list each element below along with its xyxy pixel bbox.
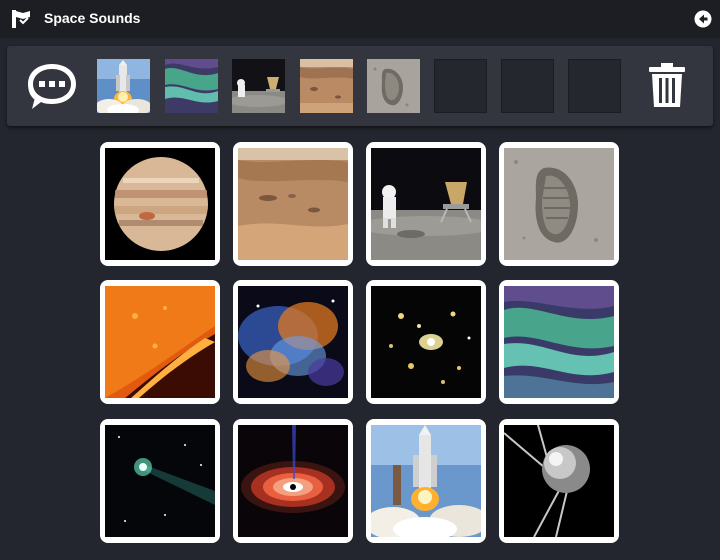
tile-comet[interactable] — [100, 419, 220, 543]
strip-slot-shuttle[interactable] — [97, 59, 150, 113]
tile-astronaut-on-moon[interactable] — [366, 142, 486, 266]
tile-nebula[interactable] — [233, 280, 353, 404]
app-title: Space Sounds — [44, 10, 141, 26]
tile-black-hole[interactable] — [233, 419, 353, 543]
tile-sputnik[interactable] — [499, 419, 619, 543]
tile-galaxy-cluster[interactable] — [366, 280, 486, 404]
sentence-strip — [7, 46, 713, 126]
strip-slot-mars[interactable] — [300, 59, 353, 113]
speak-button[interactable] — [26, 62, 78, 112]
strip-slot-aurora[interactable] — [165, 59, 218, 113]
strip-slot-footprint[interactable] — [367, 59, 420, 113]
tile-mars-surface[interactable] — [233, 142, 353, 266]
trash-icon[interactable] — [647, 62, 687, 108]
back-arrow-icon[interactable] — [694, 10, 712, 28]
flag-logo-icon — [12, 10, 30, 28]
top-bar: Space Sounds — [0, 0, 720, 38]
tile-aurora[interactable] — [499, 280, 619, 404]
tile-footprint-on-moon[interactable] — [499, 142, 619, 266]
tile-space-shuttle-launch[interactable] — [366, 419, 486, 543]
strip-slot-empty-3[interactable] — [568, 59, 621, 113]
tile-jupiter[interactable] — [100, 142, 220, 266]
strip-slot-empty-1[interactable] — [434, 59, 487, 113]
tile-sun-surface[interactable] — [100, 280, 220, 404]
strip-slot-empty-2[interactable] — [501, 59, 554, 113]
strip-slot-astronaut[interactable] — [232, 59, 285, 113]
